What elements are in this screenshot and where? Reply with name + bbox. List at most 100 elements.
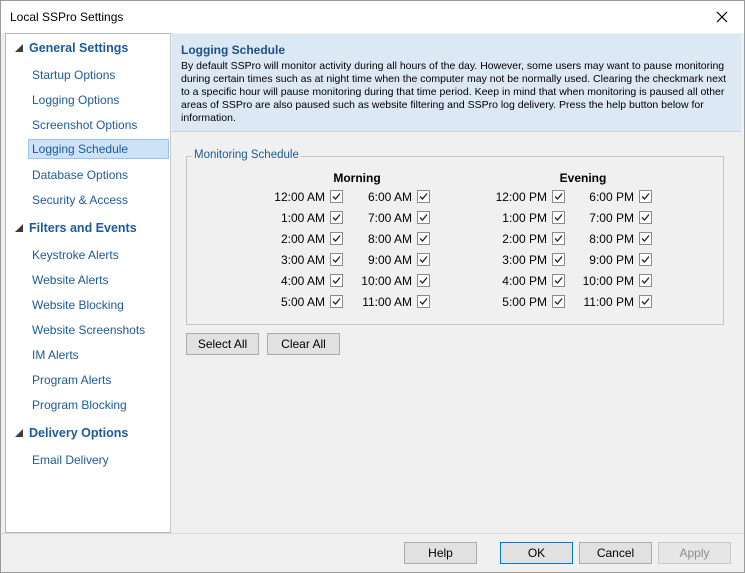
- collapse-triangle-icon[interactable]: [15, 429, 23, 437]
- hour-checkbox[interactable]: [417, 211, 430, 224]
- hour-checkbox[interactable]: [417, 274, 430, 287]
- nav-group-filters-events[interactable]: Filters and Events: [6, 217, 170, 239]
- hour-checkbox[interactable]: [639, 253, 652, 266]
- nav-item-logging-schedule[interactable]: Logging Schedule: [28, 139, 169, 159]
- nav-item-label: Keystroke Alerts: [32, 248, 119, 262]
- nav-item-email-delivery[interactable]: Email Delivery: [28, 450, 169, 470]
- nav-item-label: Screenshot Options: [32, 118, 138, 132]
- hour-slot: 4:00 AM: [253, 273, 343, 289]
- hour-label: 9:00 AM: [367, 253, 412, 267]
- hour-checkbox[interactable]: [417, 295, 430, 308]
- nav-item-website-blocking[interactable]: Website Blocking: [28, 295, 169, 315]
- checkmark-icon: [641, 256, 650, 263]
- hour-checkbox[interactable]: [639, 274, 652, 287]
- nav-item-program-alerts[interactable]: Program Alerts: [28, 370, 169, 390]
- hour-checkbox[interactable]: [417, 253, 430, 266]
- clear-all-button[interactable]: Clear All: [267, 333, 340, 355]
- dialog-footer: Help OK Cancel Apply: [1, 533, 744, 572]
- nav-item-database-options[interactable]: Database Options: [28, 165, 169, 185]
- hour-label: 4:00 AM: [280, 274, 325, 288]
- info-title: Logging Schedule: [181, 43, 285, 57]
- help-button[interactable]: Help: [404, 542, 477, 564]
- hour-slot: 2:00 PM: [475, 231, 565, 247]
- hour-label: 7:00 PM: [589, 211, 634, 225]
- hour-label: 5:00 AM: [280, 295, 325, 309]
- collapse-triangle-icon[interactable]: [15, 44, 23, 52]
- nav-group-general-settings[interactable]: General Settings: [6, 37, 170, 59]
- hour-slot: 4:00 PM: [475, 273, 565, 289]
- settings-nav-tree: General Settings Startup Options Logging…: [5, 33, 171, 533]
- hour-checkbox[interactable]: [639, 232, 652, 245]
- hour-slot: 9:00 PM: [562, 252, 652, 268]
- checkmark-icon: [419, 277, 428, 284]
- hour-label: 7:00 AM: [367, 211, 412, 225]
- window-title: Local SSPro Settings: [10, 10, 124, 24]
- nav-item-website-alerts[interactable]: Website Alerts: [28, 270, 169, 290]
- cancel-button[interactable]: Cancel: [579, 542, 652, 564]
- hour-checkbox[interactable]: [639, 190, 652, 203]
- hour-checkbox[interactable]: [417, 190, 430, 203]
- hour-checkbox[interactable]: [639, 211, 652, 224]
- hour-slot: 7:00 PM: [562, 210, 652, 226]
- info-panel: Logging Schedule By default SSPro will m…: [172, 34, 741, 132]
- hour-label: 2:00 AM: [280, 232, 325, 246]
- hour-slot: 11:00 PM: [562, 294, 652, 310]
- nav-item-label: Program Alerts: [32, 373, 112, 387]
- apply-button[interactable]: Apply: [658, 542, 731, 564]
- hour-label: 10:00 AM: [361, 274, 412, 288]
- hour-label: 8:00 AM: [367, 232, 412, 246]
- hour-label: 10:00 PM: [582, 274, 634, 288]
- nav-item-label: Logging Options: [32, 93, 120, 107]
- hour-label: 9:00 PM: [589, 253, 634, 267]
- hour-label: 3:00 PM: [502, 253, 547, 267]
- hour-label: 11:00 AM: [362, 295, 412, 309]
- hour-slot: 1:00 PM: [475, 210, 565, 226]
- nav-item-screenshot-options[interactable]: Screenshot Options: [28, 115, 169, 135]
- nav-item-label: Website Alerts: [32, 273, 109, 287]
- hour-slot: 8:00 AM: [340, 231, 430, 247]
- hour-slot: 11:00 AM: [340, 294, 430, 310]
- nav-item-im-alerts[interactable]: IM Alerts: [28, 345, 169, 365]
- nav-item-security-access[interactable]: Security & Access: [28, 190, 169, 210]
- nav-item-label: Database Options: [32, 168, 129, 182]
- nav-item-keystroke-alerts[interactable]: Keystroke Alerts: [28, 245, 169, 265]
- hour-slot: 10:00 AM: [340, 273, 430, 289]
- nav-item-program-blocking[interactable]: Program Blocking: [28, 395, 169, 415]
- hour-slot: 3:00 PM: [475, 252, 565, 268]
- select-all-button[interactable]: Select All: [186, 333, 259, 355]
- hour-slot: 9:00 AM: [340, 252, 430, 268]
- nav-group-label: General Settings: [29, 41, 129, 55]
- hour-label: 2:00 PM: [502, 232, 547, 246]
- evening-header: Evening: [559, 171, 607, 185]
- nav-item-startup-options[interactable]: Startup Options: [28, 65, 169, 85]
- close-button[interactable]: [700, 1, 744, 33]
- nav-item-label: Security & Access: [32, 193, 129, 207]
- hour-slot: 12:00 PM: [475, 189, 565, 205]
- checkmark-icon: [641, 277, 650, 284]
- hour-label: 5:00 PM: [502, 295, 547, 309]
- hour-label: 12:00 PM: [495, 190, 547, 204]
- hour-label: 3:00 AM: [280, 253, 325, 267]
- hour-slot: 6:00 AM: [340, 189, 430, 205]
- checkmark-icon: [419, 193, 428, 200]
- hour-slot: 12:00 AM: [253, 189, 343, 205]
- collapse-triangle-icon[interactable]: [15, 224, 23, 232]
- settings-content-pane: Logging Schedule By default SSPro will m…: [171, 33, 743, 533]
- hour-checkbox[interactable]: [639, 295, 652, 308]
- ok-button[interactable]: OK: [500, 542, 573, 564]
- checkmark-icon: [419, 214, 428, 221]
- hour-label: 1:00 AM: [280, 211, 325, 225]
- checkmark-icon: [419, 298, 428, 305]
- hour-label: 1:00 PM: [502, 211, 547, 225]
- hour-checkbox[interactable]: [417, 232, 430, 245]
- checkmark-icon: [641, 214, 650, 221]
- checkmark-icon: [419, 256, 428, 263]
- nav-item-website-screenshots[interactable]: Website Screenshots: [28, 320, 169, 340]
- hour-label: 6:00 PM: [589, 190, 634, 204]
- close-icon: [716, 11, 728, 23]
- nav-item-logging-options[interactable]: Logging Options: [28, 90, 169, 110]
- nav-group-delivery-options[interactable]: Delivery Options: [6, 422, 170, 444]
- hour-label: 8:00 PM: [589, 232, 634, 246]
- nav-item-label: Startup Options: [32, 68, 116, 82]
- nav-item-label: Website Blocking: [32, 298, 124, 312]
